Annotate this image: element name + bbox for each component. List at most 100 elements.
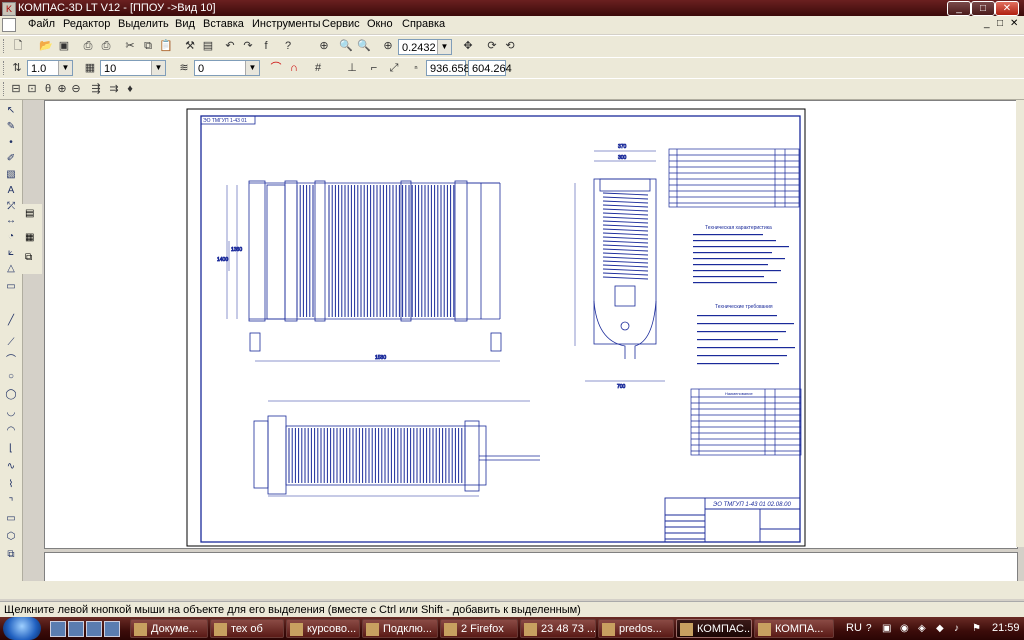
menu-tools[interactable]: Инструменты	[252, 18, 321, 30]
fillet-icon[interactable]: ◠	[3, 424, 19, 438]
triangle-icon[interactable]: △	[3, 262, 19, 276]
app-icon[interactable]: K	[2, 2, 16, 16]
menu-edit[interactable]: Редактор	[63, 18, 110, 30]
show-desktop-icon[interactable]	[50, 621, 66, 637]
tray-app2-icon[interactable]: ◈	[918, 617, 926, 640]
lang-indicator[interactable]: RU	[846, 617, 862, 640]
save-icon[interactable]: ▣	[56, 38, 72, 54]
redraw-icon[interactable]: ⟲	[502, 38, 518, 54]
menu-view[interactable]: Вид	[175, 18, 195, 30]
snap-icon[interactable]: ⌒	[268, 60, 284, 76]
close-button[interactable]: ✕	[995, 1, 1019, 16]
minimize-button[interactable]: _	[947, 1, 971, 16]
redo-icon[interactable]: ↷	[240, 38, 256, 54]
rect-icon[interactable]: ▭	[3, 512, 19, 526]
chevron-down-icon[interactable]: ▼	[437, 40, 451, 54]
copy-view-icon[interactable]: ⧉	[25, 252, 32, 263]
circle-icon[interactable]: ◔	[3, 230, 19, 244]
zoom-in-icon[interactable]: 🔍	[338, 38, 354, 54]
drawing-canvas[interactable]: ЭО ТМГУП 1-43 01 1580 1400 1360 370 300 …	[44, 100, 1018, 549]
point-icon[interactable]: •	[3, 136, 19, 150]
contour-icon[interactable]: ⧉	[3, 548, 19, 562]
geometry-icon[interactable]: ✎	[3, 120, 19, 134]
vertical-scrollbar[interactable]	[1016, 100, 1024, 547]
cut-icon[interactable]: ✂	[122, 38, 138, 54]
arc-icon[interactable]: ⌒	[3, 354, 19, 368]
preview-icon[interactable]: ⎙	[80, 38, 96, 54]
maximize-button[interactable]: □	[971, 1, 995, 16]
measure-icon[interactable]: ⟀	[3, 246, 19, 260]
undo-icon[interactable]: ↶	[222, 38, 238, 54]
polyline-icon[interactable]: ⟋	[3, 336, 19, 350]
view-7-icon[interactable]: ⇉	[106, 81, 122, 97]
grid-table-icon[interactable]: ▦	[25, 232, 34, 243]
table-icon[interactable]: ▤	[25, 208, 34, 219]
ellipse-icon[interactable]: ◯	[3, 388, 19, 402]
view-8-icon[interactable]: ♦	[122, 81, 138, 97]
refresh-icon[interactable]: ⟳	[484, 38, 500, 54]
grid-icon[interactable]: #	[310, 60, 326, 76]
step-icon[interactable]: ⇅	[9, 60, 25, 76]
taskbar-item[interactable]: КОМПАС...	[676, 619, 752, 638]
spec-icon[interactable]: ▭	[3, 280, 19, 294]
state-icon[interactable]: ≋	[176, 60, 192, 76]
menu-select[interactable]: Выделить	[118, 18, 169, 30]
corner-icon[interactable]: ⌝	[3, 496, 19, 510]
arc2-icon[interactable]: ◡	[3, 406, 19, 420]
view-1-icon[interactable]: ⊟	[8, 81, 24, 97]
browser-icon[interactable]	[104, 621, 120, 637]
pan-icon[interactable]: ✥	[460, 38, 476, 54]
chevron-down-icon[interactable]: ▼	[151, 61, 165, 75]
pen-icon[interactable]: ✐	[3, 152, 19, 166]
coord-x-field[interactable]: 936.658	[426, 60, 470, 76]
mdi-minimize-button[interactable]: _	[984, 18, 990, 29]
open-icon[interactable]: 📂	[38, 38, 54, 54]
function-icon[interactable]: f	[258, 38, 274, 54]
view-2-icon[interactable]: ⊡	[24, 81, 40, 97]
ortho-icon[interactable]: ⊥	[344, 60, 360, 76]
new-icon[interactable]: 🗋	[10, 38, 26, 54]
menu-window[interactable]: Окно	[367, 18, 393, 30]
clock[interactable]: 21:59	[992, 617, 1020, 640]
menu-insert[interactable]: Вставка	[203, 18, 244, 30]
polygon-icon[interactable]: ⬡	[3, 530, 19, 544]
print-icon[interactable]: ⎙	[98, 38, 114, 54]
state-field[interactable]: 0 ▼	[194, 60, 260, 76]
network-icon[interactable]: ▣	[882, 617, 891, 640]
view-5-icon[interactable]: ⊖	[68, 81, 84, 97]
taskbar-item[interactable]: predos...	[598, 619, 674, 638]
hatch-icon[interactable]: ▧	[3, 168, 19, 182]
chevron-down-icon[interactable]: ▼	[58, 61, 72, 75]
paste-icon[interactable]: 📋	[158, 38, 174, 54]
taskbar-item[interactable]: 2 Firefox	[440, 619, 518, 638]
magnet-icon[interactable]: ∩	[286, 60, 302, 76]
edit-icon[interactable]: ⤱	[3, 200, 19, 214]
layer-field[interactable]: 10 ▼	[100, 60, 166, 76]
taskbar-item[interactable]: КОМПА...	[754, 619, 834, 638]
circle-draw-icon[interactable]: ○	[3, 370, 19, 384]
document-icon[interactable]	[2, 18, 16, 32]
flag-icon[interactable]: ⚑	[972, 617, 981, 640]
text-icon[interactable]: A	[3, 184, 19, 198]
taskbar-item[interactable]: курсово...	[286, 619, 360, 638]
property-panel[interactable]	[44, 552, 1018, 582]
media-icon[interactable]	[68, 621, 84, 637]
round-icon[interactable]: ⌐	[366, 60, 382, 76]
zoom-window-icon[interactable]: ⊕	[316, 38, 332, 54]
view-6-icon[interactable]: ⇶	[88, 81, 104, 97]
tray-app-icon[interactable]: ◉	[900, 617, 909, 640]
taskbar-item[interactable]: Докуме...	[130, 619, 208, 638]
select-icon[interactable]: ↖	[3, 104, 19, 118]
tray-app3-icon[interactable]: ◆	[936, 617, 944, 640]
zoom-icon[interactable]: ⊕	[380, 38, 396, 54]
properties-icon[interactable]: ⚒	[182, 38, 198, 54]
coord-y-field[interactable]: 604.264	[468, 60, 512, 76]
line-icon[interactable]: ╱	[3, 314, 19, 328]
dimension-icon[interactable]: ↔	[3, 214, 19, 228]
start-icon[interactable]	[3, 617, 41, 640]
taskbar-item[interactable]: тех об	[210, 619, 284, 638]
taskbar-item[interactable]: Подклю...	[362, 619, 438, 638]
step-field[interactable]: 1.0 ▼	[27, 60, 73, 76]
layer-icon[interactable]: ▦	[82, 60, 98, 76]
menu-file[interactable]: Файл	[28, 18, 55, 30]
